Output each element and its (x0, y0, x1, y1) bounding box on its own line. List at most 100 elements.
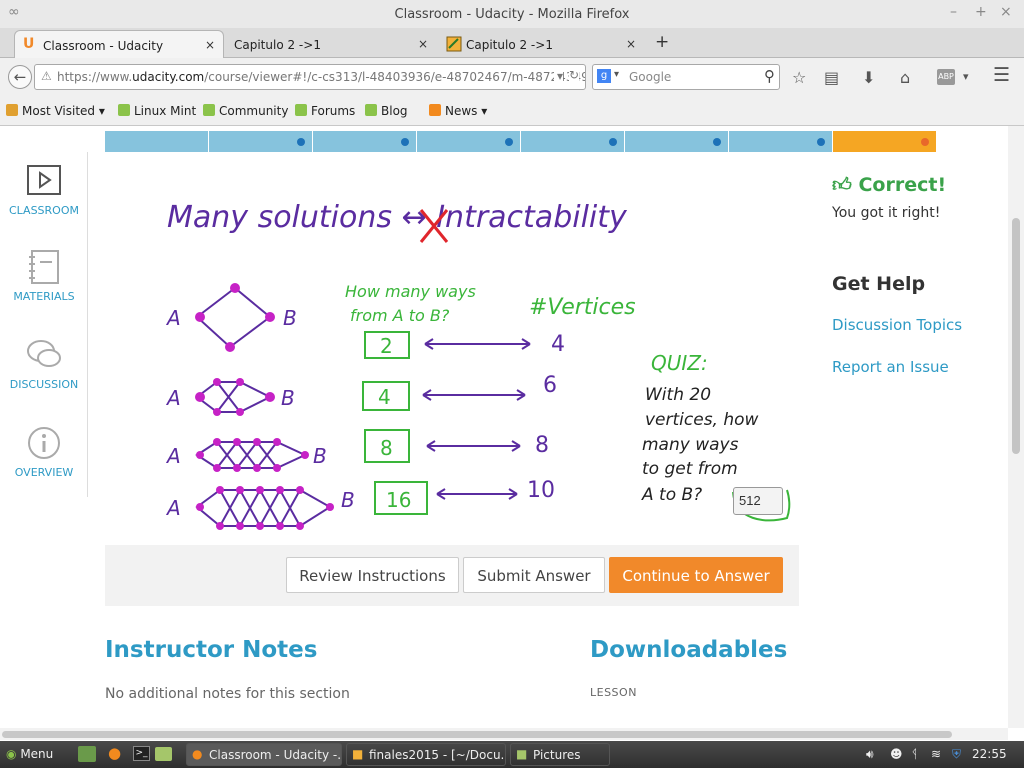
ways-column-header-1: How many ways (345, 282, 476, 301)
firefox-launcher-icon[interactable]: ● (108, 744, 121, 762)
sidebar-item-discussion[interactable]: DISCUSSION (0, 338, 88, 391)
mint-icon (295, 104, 307, 116)
search-icon[interactable]: ⚲ (764, 67, 775, 85)
bookmark-linux-mint[interactable]: Linux Mint (118, 104, 196, 118)
download-icon[interactable]: ⬇ (862, 68, 875, 87)
taskbar-window-label: Pictures (533, 748, 581, 762)
tab-bar: U Classroom - Udacity × Capitulo 2 ->1 ×… (0, 28, 1024, 58)
taskbar-window-pictures[interactable]: ■ Pictures (510, 743, 610, 766)
tab-classroom-udacity[interactable]: U Classroom - Udacity × (14, 30, 224, 58)
taskbar-window-label: finales2015 - [~/Docu... (369, 748, 506, 762)
search-bar[interactable]: g ▾ Google ⚲ (592, 64, 780, 90)
progress-segment[interactable] (625, 131, 729, 152)
graph-row-4 (195, 487, 332, 529)
submit-answer-button[interactable]: Submit Answer (463, 557, 605, 593)
progress-segment[interactable] (521, 131, 625, 152)
reader-list-icon[interactable]: ▤ (824, 68, 839, 87)
window-title: Classroom - Udacity - Mozilla Firefox (394, 7, 630, 22)
notebook-icon (29, 250, 59, 284)
terminal-launcher-icon[interactable]: >_ (133, 746, 150, 761)
bookmark-most-visited[interactable]: Most Visited ▾ (6, 104, 105, 118)
progress-segment[interactable] (209, 131, 313, 152)
bluetooth-icon[interactable]: ᛩ (911, 747, 918, 761)
clock[interactable]: 22:55 (972, 747, 1007, 761)
wifi-icon[interactable]: ≋ (931, 747, 941, 761)
mint-icon (203, 104, 215, 116)
bookmark-community[interactable]: Community (203, 104, 288, 118)
report-issue-link[interactable]: Report an Issue (832, 358, 949, 376)
vertices-values: 4 6 8 10 (527, 332, 565, 503)
progress-segment[interactable] (729, 131, 833, 152)
user-icon[interactable]: ☻ (890, 747, 903, 761)
correspondence-arrows (422, 338, 531, 500)
vertices-column-header: #Vertices (529, 295, 636, 320)
reload-icon[interactable]: ↻ (568, 68, 579, 82)
thumbs-up-icon: 👍︎ (832, 174, 852, 196)
close-tab-icon[interactable]: × (418, 37, 428, 51)
mint-logo-icon: ◉ (6, 747, 17, 761)
tab-label: Capitulo 2 ->1 (466, 38, 553, 52)
volume-icon[interactable]: 🔊︎ (866, 747, 874, 762)
tab-capitulo-2[interactable]: Capitulo 2 ->1 × (438, 30, 644, 58)
back-arrow-icon[interactable]: ← (8, 65, 32, 89)
horizontal-scrollbar-thumb[interactable] (2, 731, 952, 738)
adblock-dropdown-icon[interactable]: ▾ (963, 70, 969, 83)
home-icon[interactable]: ⌂ (900, 68, 910, 87)
google-icon[interactable]: g (597, 69, 611, 83)
start-menu-button[interactable]: ◉ Menu (6, 747, 53, 761)
close-tab-icon[interactable]: × (205, 38, 215, 52)
graph-row-1 (195, 286, 272, 349)
update-shield-icon[interactable]: ⛨ (952, 747, 961, 762)
menu-icon[interactable]: ☰ (993, 64, 1010, 86)
vertical-scrollbar-thumb[interactable] (1012, 218, 1020, 454)
taskbar-window-firefox[interactable]: ● Classroom - Udacity -... (186, 743, 342, 766)
downloadables-heading: Downloadables (590, 637, 788, 663)
sidebar-item-materials[interactable]: MATERIALS (0, 250, 88, 303)
adblock-icon[interactable]: ABP (937, 69, 955, 85)
sidebar-label: CLASSROOM (8, 204, 79, 217)
taskbar-window-finales[interactable]: ■ finales2015 - [~/Docu... (346, 743, 506, 766)
continue-to-answer-button[interactable]: Continue to Answer (609, 557, 783, 593)
bookmark-forums[interactable]: Forums (295, 104, 355, 118)
ways-values: 2 4 8 16 (378, 334, 411, 512)
whiteboard-drawing: Many solutions ↔ Intractability How many… (165, 200, 791, 530)
search-engine-dropdown-icon[interactable]: ▾ (614, 69, 619, 80)
document-icon (446, 36, 462, 52)
bookmarks-toolbar: Most Visited ▾ Linux Mint Community Foru… (0, 96, 1024, 126)
tab-capitulo-1[interactable]: Capitulo 2 ->1 × (226, 30, 436, 58)
window-titlebar: ∞ Classroom - Udacity - Mozilla Firefox … (0, 0, 1024, 28)
new-tab-button[interactable]: + (655, 32, 669, 52)
progress-segment[interactable] (313, 131, 417, 152)
close-tab-icon[interactable]: × (626, 37, 636, 51)
quiz-answer-input[interactable]: 512 (733, 487, 783, 515)
sidebar-label: MATERIALS (13, 290, 75, 303)
discussion-topics-link[interactable]: Discussion Topics (832, 316, 962, 334)
label-b-1: B (283, 306, 297, 330)
progress-segment[interactable] (105, 131, 209, 152)
mint-icon (118, 104, 130, 116)
progress-segment[interactable] (417, 131, 521, 152)
lesson-video[interactable]: Many solutions ↔ Intractability How many… (105, 152, 799, 545)
correct-status-label: Correct! (858, 174, 947, 196)
bookmark-star-icon[interactable]: ☆ (792, 68, 806, 87)
dropdown-arrow-icon[interactable]: ▾ (553, 69, 563, 83)
correct-status: 👍︎ Correct! (832, 174, 946, 197)
folder-icon: ■ (516, 747, 528, 761)
progress-dot (297, 138, 305, 146)
close-window-button[interactable]: × (1000, 4, 1012, 20)
maximize-button[interactable]: + (975, 4, 987, 20)
files-launcher-icon[interactable] (155, 747, 172, 761)
url-bar[interactable]: ⚠ https://www.udacity.com/course/viewer#… (34, 64, 586, 90)
review-instructions-button[interactable]: Review Instructions (286, 557, 459, 593)
minimize-button[interactable]: – (950, 4, 957, 20)
bookmark-news[interactable]: News ▾ (429, 104, 487, 118)
sidebar-item-classroom[interactable]: CLASSROOM (0, 164, 88, 217)
quiz-line-2: vertices, how (645, 410, 759, 430)
bookmark-label: Forums (311, 104, 356, 118)
instructor-notes-text: No additional notes for this section (105, 686, 350, 702)
url-domain: udacity.com (132, 70, 205, 84)
bookmark-blog[interactable]: Blog (365, 104, 408, 118)
progress-segment[interactable] (833, 131, 937, 152)
sidebar-item-overview[interactable]: OVERVIEW (0, 426, 88, 479)
show-desktop-icon[interactable] (78, 746, 96, 762)
